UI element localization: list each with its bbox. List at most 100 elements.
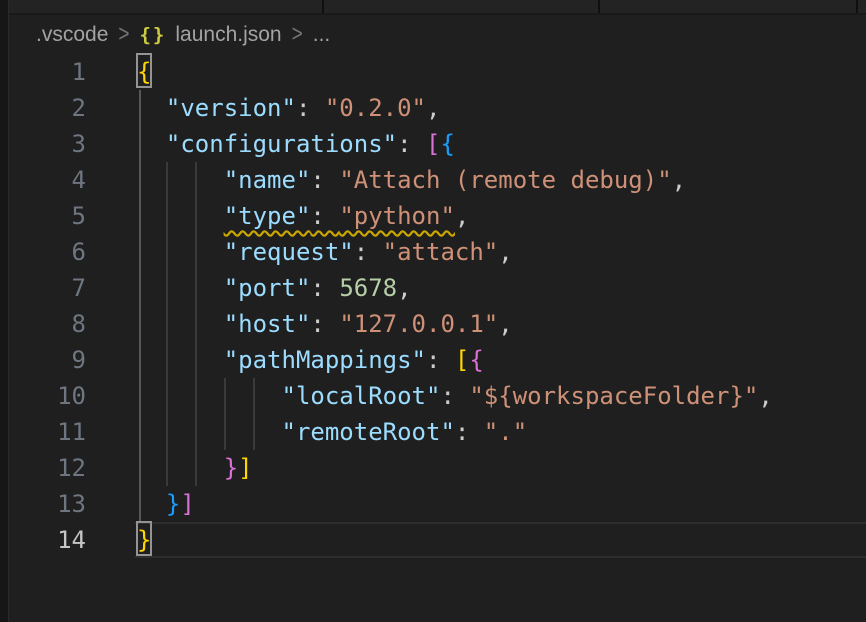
code-line[interactable]: 14} — [8, 522, 866, 558]
line-number[interactable]: 3 — [8, 126, 86, 162]
code-token: "attach" — [383, 238, 499, 266]
code-line[interactable]: 10 "localRoot": "${workspaceFolder}", — [8, 378, 866, 414]
code-token — [137, 418, 282, 446]
tab-bar-strip[interactable] — [9, 0, 866, 15]
chevron-right-icon: > — [291, 21, 304, 49]
code-line[interactable]: 11 "remoteRoot": "." — [8, 414, 866, 450]
code-line[interactable]: 3 "configurations": [{ — [8, 126, 866, 162]
code-token: "version" — [166, 94, 296, 122]
code-line[interactable]: 5 "type": "python", — [8, 198, 866, 234]
bracket-match: { — [137, 54, 151, 87]
code-token: , — [672, 166, 686, 194]
code-token — [137, 238, 224, 266]
code-line[interactable]: 7 "port": 5678, — [8, 270, 866, 306]
line-number[interactable]: 10 — [8, 378, 86, 414]
code-token: : — [455, 418, 484, 446]
line-number[interactable]: 12 — [8, 450, 86, 486]
tab-separator — [856, 0, 858, 13]
line-number[interactable]: 6 — [8, 234, 86, 270]
code-line[interactable]: 9 "pathMappings": [{ — [8, 342, 866, 378]
code-line-text: }] — [137, 450, 253, 486]
code-token — [137, 310, 224, 338]
code-token: { — [440, 130, 454, 158]
code-token: "port" — [224, 274, 311, 302]
code-token: , — [397, 274, 411, 302]
line-number[interactable]: 7 — [8, 270, 86, 306]
code-token: : — [310, 274, 339, 302]
code-token — [137, 166, 224, 194]
line-number[interactable]: 4 — [8, 162, 86, 198]
code-token: "Attach (remote debug)" — [339, 166, 671, 194]
code-line-text: "pathMappings": [{ — [137, 342, 484, 378]
code-line-text: "request": "attach", — [137, 234, 513, 270]
code-token: 5678 — [339, 274, 397, 302]
code-token: { — [469, 346, 483, 374]
code-token: "request" — [224, 238, 354, 266]
code-token — [137, 274, 224, 302]
code-token: , — [758, 382, 772, 410]
code-token — [137, 94, 166, 122]
code-token: : — [296, 94, 325, 122]
code-token: "host" — [224, 310, 311, 338]
code-token: , — [455, 202, 469, 230]
code-line[interactable]: 6 "request": "attach", — [8, 234, 866, 270]
code-token: , — [498, 238, 512, 266]
code-line-text: "name": "Attach (remote debug)", — [137, 162, 686, 198]
code-token: : — [397, 130, 426, 158]
code-line-text: "remoteRoot": "." — [137, 414, 527, 450]
code-token: "python" — [339, 202, 455, 230]
bracket-match: } — [137, 522, 151, 555]
chevron-right-icon: > — [117, 21, 130, 49]
line-number[interactable]: 9 — [8, 342, 86, 378]
code-line[interactable]: 4 "name": "Attach (remote debug)", — [8, 162, 866, 198]
line-number[interactable]: 5 — [8, 198, 86, 234]
breadcrumb-symbol-ellipsis[interactable]: ... — [313, 23, 331, 47]
vscode-editor-window: .vscode > {} launch.json > ... 1{2 "vers… — [0, 0, 866, 622]
line-number[interactable]: 8 — [8, 306, 86, 342]
code-line[interactable]: 8 "host": "127.0.0.1", — [8, 306, 866, 342]
code-token: } — [224, 454, 238, 482]
code-line[interactable]: 13 }] — [8, 486, 866, 522]
code-token: ] — [180, 490, 194, 518]
code-line[interactable]: 12 }] — [8, 450, 866, 486]
line-number[interactable]: 14 — [8, 522, 86, 558]
code-token: , — [426, 94, 440, 122]
code-token: : — [310, 166, 339, 194]
code-line-text: "localRoot": "${workspaceFolder}", — [137, 378, 773, 414]
code-token: : — [310, 202, 339, 230]
line-number[interactable]: 11 — [8, 414, 86, 450]
code-token: "pathMappings" — [224, 346, 426, 374]
code-token: : — [310, 310, 339, 338]
code-token — [137, 454, 224, 482]
code-token — [137, 382, 282, 410]
code-line[interactable]: 1{ — [8, 54, 866, 90]
breadcrumb-file[interactable]: launch.json — [175, 23, 281, 47]
tab-separator — [598, 0, 600, 13]
code-token: "name" — [224, 166, 311, 194]
line-number[interactable]: 1 — [8, 54, 86, 90]
code-token: "${workspaceFolder}" — [469, 382, 758, 410]
code-token — [137, 202, 224, 230]
breadcrumb-folder[interactable]: .vscode — [36, 23, 108, 47]
code-token — [137, 130, 166, 158]
code-line-text: "configurations": [{ — [137, 126, 455, 162]
code-token: "127.0.0.1" — [339, 310, 498, 338]
code-token: } — [166, 490, 180, 518]
breadcrumb: .vscode > {} launch.json > ... — [36, 17, 330, 53]
code-token: "0.2.0" — [325, 94, 426, 122]
code-token: : — [426, 346, 455, 374]
code-line-text: "version": "0.2.0", — [137, 90, 440, 126]
code-token: "configurations" — [166, 130, 397, 158]
code-token: "." — [484, 418, 527, 446]
code-token: "localRoot" — [282, 382, 441, 410]
line-number[interactable]: 2 — [8, 90, 86, 126]
code-line-text: { — [137, 54, 151, 90]
code-token: [ — [455, 346, 469, 374]
code-line-text: "host": "127.0.0.1", — [137, 306, 513, 342]
line-number[interactable]: 13 — [8, 486, 86, 522]
code-token: : — [354, 238, 383, 266]
code-line[interactable]: 2 "version": "0.2.0", — [8, 90, 866, 126]
code-token: ] — [238, 454, 252, 482]
code-token — [137, 490, 166, 518]
code-editor-area[interactable]: 1{2 "version": "0.2.0",3 "configurations… — [8, 54, 866, 558]
